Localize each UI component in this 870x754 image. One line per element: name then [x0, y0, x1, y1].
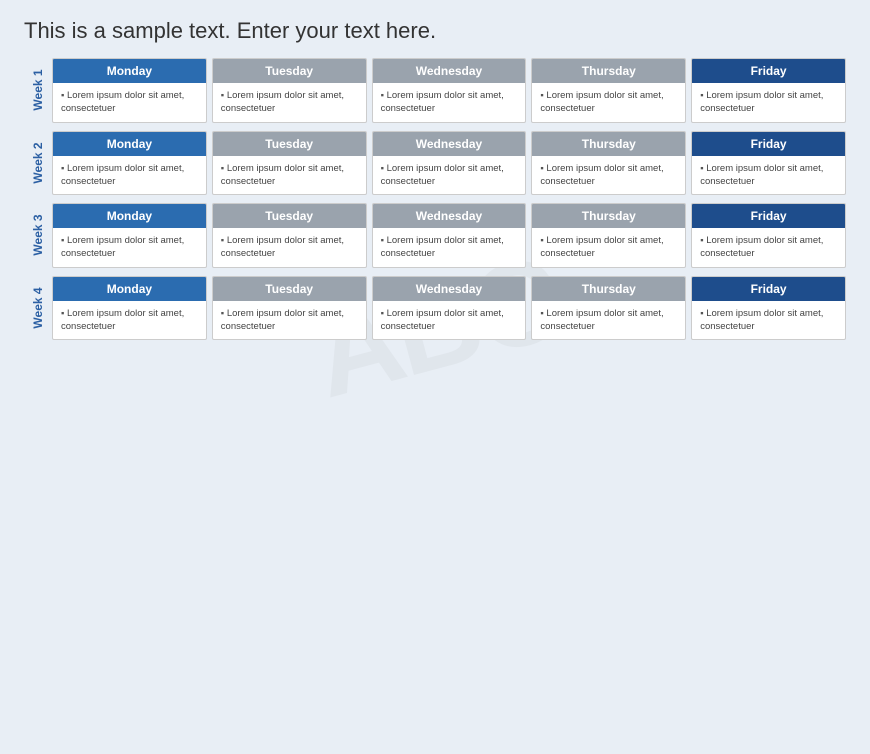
day-body-week1-wednesday[interactable]: Lorem ipsum dolor sit amet, consectetuer: [373, 83, 526, 122]
day-cell-week1-wednesday[interactable]: Wednesday Lorem ipsum dolor sit amet, con…: [372, 58, 527, 123]
day-cell-week2-monday[interactable]: Monday Lorem ipsum dolor sit amet, consec…: [52, 131, 207, 196]
day-header-week2-friday: Friday: [692, 132, 845, 156]
cell-text: Lorem ipsum dolor sit amet, consectetuer: [381, 234, 518, 261]
day-body-week4-tuesday[interactable]: Lorem ipsum dolor sit amet, consectetuer: [213, 301, 366, 340]
day-body-week4-monday[interactable]: Lorem ipsum dolor sit amet, consectetuer: [53, 301, 206, 340]
day-body-week1-thursday[interactable]: Lorem ipsum dolor sit amet, consectetuer: [532, 83, 685, 122]
day-header-week3-thursday: Thursday: [532, 204, 685, 228]
cell-text: Lorem ipsum dolor sit amet, consectetuer: [700, 89, 837, 116]
day-cell-week4-wednesday[interactable]: Wednesday Lorem ipsum dolor sit amet, con…: [372, 276, 527, 341]
week-row-1: Week 1Monday Lorem ipsum dolor sit amet, …: [24, 58, 846, 123]
week-label-1: Week 1: [24, 58, 52, 123]
week-grid-1: Monday Lorem ipsum dolor sit amet, consec…: [52, 58, 846, 123]
day-cell-week4-tuesday[interactable]: Tuesday Lorem ipsum dolor sit amet, conse…: [212, 276, 367, 341]
day-cell-week1-friday[interactable]: Friday Lorem ipsum dolor sit amet, consec…: [691, 58, 846, 123]
day-header-week3-wednesday: Wednesday: [373, 204, 526, 228]
cell-text: Lorem ipsum dolor sit amet, consectetuer: [700, 307, 837, 334]
day-cell-week2-wednesday[interactable]: Wednesday Lorem ipsum dolor sit amet, con…: [372, 131, 527, 196]
day-header-week3-monday: Monday: [53, 204, 206, 228]
day-header-week4-tuesday: Tuesday: [213, 277, 366, 301]
day-body-week4-friday[interactable]: Lorem ipsum dolor sit amet, consectetuer: [692, 301, 845, 340]
cell-text: Lorem ipsum dolor sit amet, consectetuer: [700, 162, 837, 189]
day-body-week1-monday[interactable]: Lorem ipsum dolor sit amet, consectetuer: [53, 83, 206, 122]
week-grid-4: Monday Lorem ipsum dolor sit amet, consec…: [52, 276, 846, 341]
day-cell-week1-thursday[interactable]: Thursday Lorem ipsum dolor sit amet, cons…: [531, 58, 686, 123]
day-cell-week4-friday[interactable]: Friday Lorem ipsum dolor sit amet, consec…: [691, 276, 846, 341]
day-body-week3-wednesday[interactable]: Lorem ipsum dolor sit amet, consectetuer: [373, 228, 526, 267]
day-header-week3-tuesday: Tuesday: [213, 204, 366, 228]
cell-text: Lorem ipsum dolor sit amet, consectetuer: [381, 89, 518, 116]
week-row-4: Week 4Monday Lorem ipsum dolor sit amet, …: [24, 276, 846, 341]
day-cell-week3-thursday[interactable]: Thursday Lorem ipsum dolor sit amet, cons…: [531, 203, 686, 268]
day-body-week3-monday[interactable]: Lorem ipsum dolor sit amet, consectetuer: [53, 228, 206, 267]
day-header-week1-monday: Monday: [53, 59, 206, 83]
week-grid-3: Monday Lorem ipsum dolor sit amet, consec…: [52, 203, 846, 268]
day-body-week2-wednesday[interactable]: Lorem ipsum dolor sit amet, consectetuer: [373, 156, 526, 195]
day-body-week3-friday[interactable]: Lorem ipsum dolor sit amet, consectetuer: [692, 228, 845, 267]
cell-text: Lorem ipsum dolor sit amet, consectetuer: [221, 234, 358, 261]
day-header-week1-thursday: Thursday: [532, 59, 685, 83]
cell-text: Lorem ipsum dolor sit amet, consectetuer: [221, 89, 358, 116]
cell-text: Lorem ipsum dolor sit amet, consectetuer: [540, 307, 677, 334]
cell-text: Lorem ipsum dolor sit amet, consectetuer: [221, 162, 358, 189]
cell-text: Lorem ipsum dolor sit amet, consectetuer: [540, 89, 677, 116]
day-cell-week3-friday[interactable]: Friday Lorem ipsum dolor sit amet, consec…: [691, 203, 846, 268]
calendar: Week 1MondayLorem ipsum dolor sit amet, …: [24, 58, 846, 340]
cell-text: Lorem ipsum dolor sit amet, consectetuer: [700, 234, 837, 261]
day-body-week3-tuesday[interactable]: Lorem ipsum dolor sit amet, consectetuer: [213, 228, 366, 267]
day-header-week2-thursday: Thursday: [532, 132, 685, 156]
day-body-week4-wednesday[interactable]: Lorem ipsum dolor sit amet, consectetuer: [373, 301, 526, 340]
cell-text: Lorem ipsum dolor sit amet, consectetuer: [381, 162, 518, 189]
week-label-4: Week 4: [24, 276, 52, 341]
day-body-week4-thursday[interactable]: Lorem ipsum dolor sit amet, consectetuer: [532, 301, 685, 340]
cell-text: Lorem ipsum dolor sit amet, consectetuer: [61, 234, 198, 261]
day-cell-week2-thursday[interactable]: Thursday Lorem ipsum dolor sit amet, cons…: [531, 131, 686, 196]
day-header-week1-tuesday: Tuesday: [213, 59, 366, 83]
day-cell-week3-wednesday[interactable]: Wednesday Lorem ipsum dolor sit amet, con…: [372, 203, 527, 268]
page-container: This is a sample text. Enter your text h…: [0, 0, 870, 653]
day-header-week2-tuesday: Tuesday: [213, 132, 366, 156]
cell-text: Lorem ipsum dolor sit amet, consectetuer: [61, 307, 198, 334]
cell-text: Lorem ipsum dolor sit amet, consectetuer: [381, 307, 518, 334]
week-grid-2: Monday Lorem ipsum dolor sit amet, consec…: [52, 131, 846, 196]
day-header-week4-wednesday: Wednesday: [373, 277, 526, 301]
day-body-week2-friday[interactable]: Lorem ipsum dolor sit amet, consectetuer: [692, 156, 845, 195]
cell-text: Lorem ipsum dolor sit amet, consectetuer: [540, 162, 677, 189]
day-header-week1-wednesday: Wednesday: [373, 59, 526, 83]
day-cell-week1-monday[interactable]: Monday Lorem ipsum dolor sit amet, consec…: [52, 58, 207, 123]
day-body-week1-tuesday[interactable]: Lorem ipsum dolor sit amet, consectetuer: [213, 83, 366, 122]
day-header-week3-friday: Friday: [692, 204, 845, 228]
week-label-2: Week 2: [24, 131, 52, 196]
day-header-week4-monday: Monday: [53, 277, 206, 301]
day-cell-week1-tuesday[interactable]: Tuesday Lorem ipsum dolor sit amet, conse…: [212, 58, 367, 123]
day-body-week1-friday[interactable]: Lorem ipsum dolor sit amet, consectetuer: [692, 83, 845, 122]
day-header-week4-friday: Friday: [692, 277, 845, 301]
week-row-2: Week 2Monday Lorem ipsum dolor sit amet, …: [24, 131, 846, 196]
day-cell-week2-friday[interactable]: Friday Lorem ipsum dolor sit amet, consec…: [691, 131, 846, 196]
day-cell-week4-monday[interactable]: Monday Lorem ipsum dolor sit amet, consec…: [52, 276, 207, 341]
day-header-week4-thursday: Thursday: [532, 277, 685, 301]
cell-text: Lorem ipsum dolor sit amet, consectetuer: [61, 162, 198, 189]
cell-text: Lorem ipsum dolor sit amet, consectetuer: [540, 234, 677, 261]
page-title: This is a sample text. Enter your text h…: [24, 18, 846, 44]
cell-text: Lorem ipsum dolor sit amet, consectetuer: [221, 307, 358, 334]
day-cell-week2-tuesday[interactable]: Tuesday Lorem ipsum dolor sit amet, conse…: [212, 131, 367, 196]
day-header-week2-monday: Monday: [53, 132, 206, 156]
day-header-week1-friday: Friday: [692, 59, 845, 83]
day-cell-week4-thursday[interactable]: Thursday Lorem ipsum dolor sit amet, cons…: [531, 276, 686, 341]
cell-text: Lorem ipsum dolor sit amet, consectetuer: [61, 89, 198, 116]
week-label-3: Week 3: [24, 203, 52, 268]
day-body-week3-thursday[interactable]: Lorem ipsum dolor sit amet, consectetuer: [532, 228, 685, 267]
day-body-week2-tuesday[interactable]: Lorem ipsum dolor sit amet, consectetuer: [213, 156, 366, 195]
week-row-3: Week 3Monday Lorem ipsum dolor sit amet, …: [24, 203, 846, 268]
day-body-week2-thursday[interactable]: Lorem ipsum dolor sit amet, consectetuer: [532, 156, 685, 195]
day-header-week2-wednesday: Wednesday: [373, 132, 526, 156]
day-cell-week3-tuesday[interactable]: Tuesday Lorem ipsum dolor sit amet, conse…: [212, 203, 367, 268]
day-cell-week3-monday[interactable]: Monday Lorem ipsum dolor sit amet, consec…: [52, 203, 207, 268]
day-body-week2-monday[interactable]: Lorem ipsum dolor sit amet, consectetuer: [53, 156, 206, 195]
